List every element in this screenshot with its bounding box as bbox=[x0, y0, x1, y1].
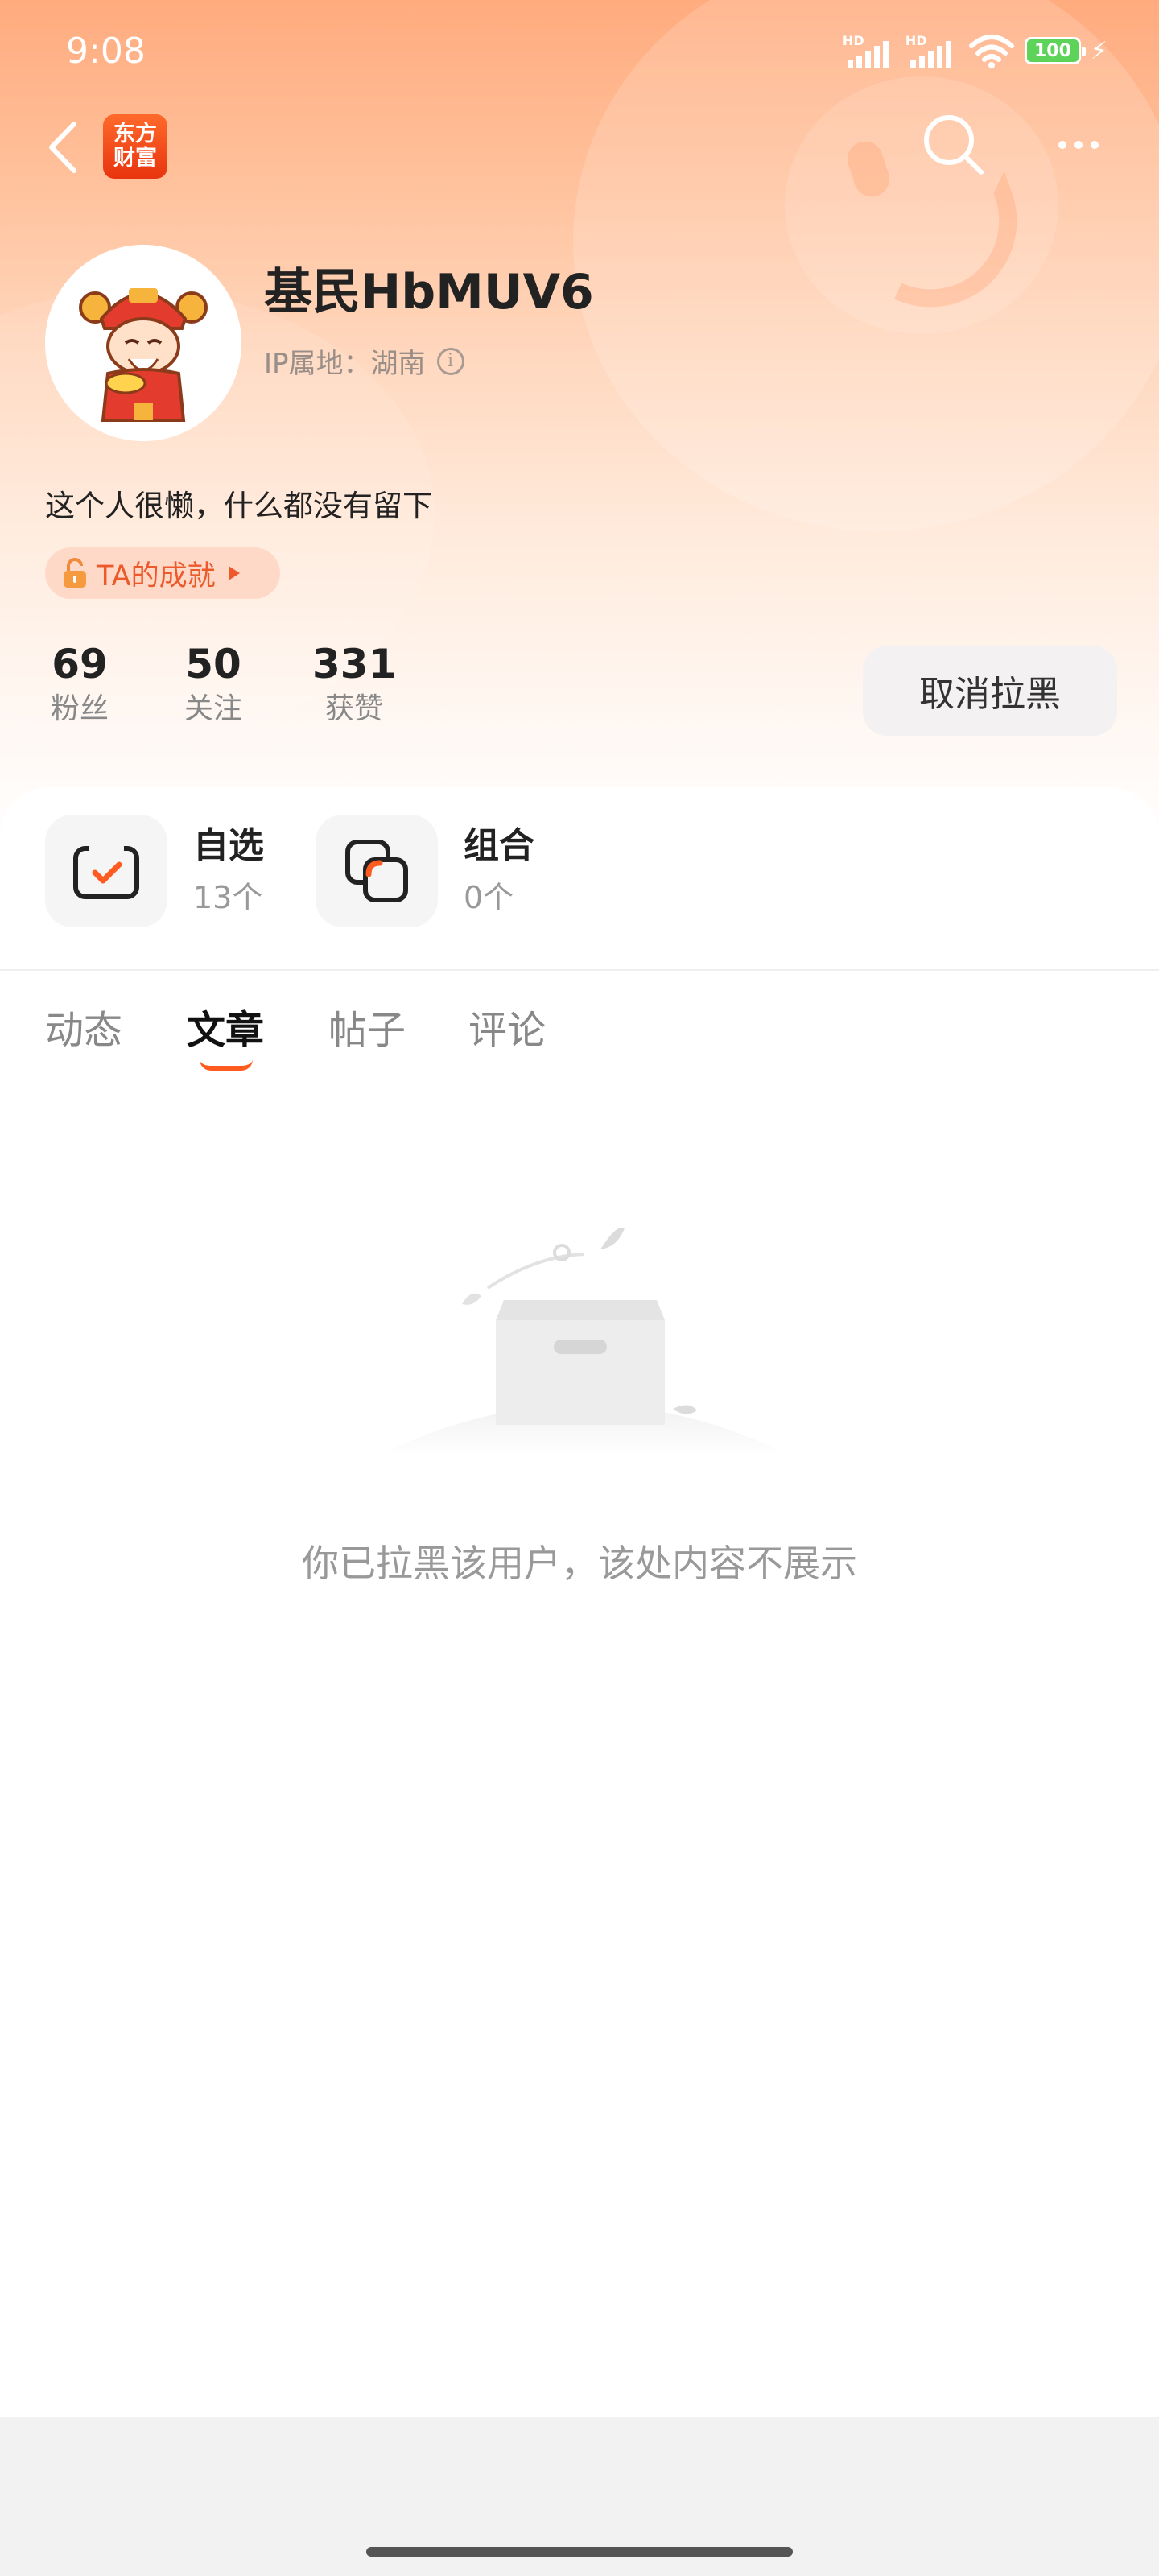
triangle-right-icon bbox=[228, 566, 240, 580]
stat-fans[interactable]: 69 粉丝 bbox=[45, 639, 114, 729]
portfolio-icon bbox=[316, 815, 438, 927]
empty-box-icon bbox=[375, 1228, 794, 1457]
content-card bbox=[0, 787, 1159, 2417]
tab-articles[interactable]: 文章 bbox=[187, 998, 264, 1055]
status-icons: HD HD 100 ⚡ bbox=[843, 31, 1107, 71]
signal-icon: HD bbox=[843, 33, 896, 68]
stat-value: 50 bbox=[185, 641, 241, 687]
achievement-button[interactable]: TA的成就 bbox=[45, 547, 280, 599]
achievement-label: TA的成就 bbox=[97, 559, 216, 592]
ip-location: IP属地：湖南 i bbox=[264, 341, 464, 381]
battery-icon: 100 bbox=[1024, 37, 1086, 64]
more-options-icon[interactable] bbox=[1046, 121, 1111, 169]
search-icon[interactable] bbox=[922, 113, 986, 177]
status-time: 9:08 bbox=[66, 31, 146, 72]
stat-following[interactable]: 50 关注 bbox=[179, 639, 248, 729]
active-tab-indicator bbox=[200, 1059, 253, 1071]
quick-link-title: 组合 bbox=[464, 825, 534, 866]
username: 基民HbMUV6 bbox=[264, 264, 594, 320]
check-box-icon bbox=[45, 815, 167, 927]
quick-link-title: 自选 bbox=[193, 825, 264, 866]
stat-label: 关注 bbox=[184, 692, 242, 725]
app-logo: 东方 财富 bbox=[103, 114, 167, 179]
avatar[interactable] bbox=[45, 245, 241, 441]
signal-icon: HD bbox=[905, 33, 959, 68]
charging-icon: ⚡ bbox=[1090, 36, 1107, 65]
ip-location-text: IP属地：湖南 bbox=[264, 348, 426, 380]
divider bbox=[0, 969, 1159, 971]
lock-icon bbox=[64, 558, 86, 588]
unblock-button[interactable]: 取消拉黑 bbox=[863, 646, 1117, 736]
info-icon[interactable]: i bbox=[436, 347, 464, 375]
avatar-fortune-god-icon bbox=[45, 245, 241, 441]
quick-link-count: 0个 bbox=[464, 880, 514, 915]
tab-comments[interactable]: 评论 bbox=[468, 998, 546, 1055]
quick-link-count: 13个 bbox=[193, 880, 263, 915]
stat-likes[interactable]: 331 获赞 bbox=[312, 639, 396, 729]
quick-link-watchlist[interactable]: 自选 13个 bbox=[45, 815, 264, 927]
home-indicator[interactable] bbox=[366, 2547, 793, 2557]
stat-label: 粉丝 bbox=[50, 692, 109, 725]
stat-value: 69 bbox=[52, 641, 108, 687]
empty-state-message: 你已拉黑该用户，该处内容不展示 bbox=[302, 1542, 857, 1585]
bio-text: 这个人很懒，什么都没有留下 bbox=[45, 489, 432, 523]
tab-activity[interactable]: 动态 bbox=[45, 998, 122, 1055]
wifi-icon bbox=[968, 35, 1014, 68]
quick-link-portfolio[interactable]: 组合 0个 bbox=[316, 815, 534, 927]
stat-value: 331 bbox=[312, 641, 397, 687]
stat-label: 获赞 bbox=[324, 692, 383, 725]
back-button[interactable] bbox=[42, 119, 90, 175]
tab-posts[interactable]: 帖子 bbox=[328, 998, 406, 1055]
